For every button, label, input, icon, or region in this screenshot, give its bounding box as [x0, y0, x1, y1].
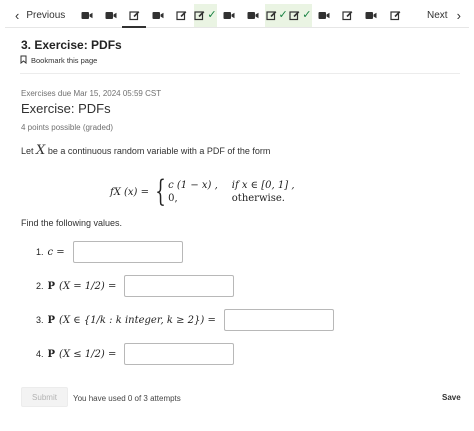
divider: [20, 73, 460, 74]
unit-tab-10[interactable]: ✓: [288, 4, 313, 27]
find-label: Find the following values.: [21, 218, 123, 228]
edit-icon: [390, 10, 401, 21]
video-icon: [247, 11, 259, 20]
case2-expr: 0,: [168, 193, 178, 204]
statement-after: be a continuous random variable with a P…: [47, 146, 271, 156]
question-number: 3.: [36, 315, 44, 325]
video-icon: [152, 11, 164, 20]
unit-tab-3[interactable]: [122, 4, 146, 28]
answer-input-3[interactable]: [223, 309, 334, 331]
question-expr: (X ≤ 1/2) =: [59, 348, 117, 360]
statement-before: Let: [21, 146, 34, 156]
checkmark-icon: ✓: [302, 9, 312, 21]
left-brace: {: [155, 174, 166, 209]
answer-input-1[interactable]: [72, 241, 183, 263]
video-icon: [105, 11, 117, 20]
question-number: 1.: [36, 247, 44, 257]
question-expr: (X = 1/2) =: [59, 280, 117, 292]
next-label: Next: [427, 10, 448, 21]
unit-tab-14[interactable]: [383, 4, 407, 27]
question-number: 4.: [36, 349, 44, 359]
question-number: 2.: [36, 281, 44, 291]
unit-tabs: ✓ ✓ ✓: [75, 4, 407, 28]
problem-title: Exercise: PDFs: [21, 101, 111, 116]
previous-label: Previous: [26, 10, 66, 21]
video-icon: [81, 11, 93, 20]
question-2: 2. P (X = 1/2) =: [36, 275, 235, 297]
case1-condition: if x ∈ [0, 1] ,: [231, 180, 295, 191]
chevron-right-icon: ›: [456, 8, 461, 23]
answer-input-4[interactable]: [124, 343, 235, 365]
previous-button[interactable]: ‹ Previous: [5, 4, 75, 27]
unit-tab-11[interactable]: [312, 4, 336, 27]
submit-button[interactable]: Submit: [21, 387, 68, 407]
formula-cases: c (1 − x) , if x ∈ [0, 1] , 0, otherwise…: [168, 180, 294, 204]
question-3: 3. P (X ∈ {1/k : k integer, k ≥ 2}) =: [36, 309, 334, 331]
attempts-text: You have used 0 of 3 attempts: [73, 394, 181, 403]
due-date: Exercises due Mar 15, 2024 05:59 CST: [21, 89, 162, 98]
edit-icon: [289, 10, 300, 21]
question-expr: (X ∈ {1/k : k integer, k ≥ 2}) =: [59, 314, 216, 326]
bookmark-label: Bookmark this page: [31, 56, 98, 65]
unit-tab-8[interactable]: [241, 4, 265, 27]
case2-condition: otherwise.: [231, 193, 285, 204]
points-possible: 4 points possible (graded): [21, 123, 114, 132]
answer-input-2[interactable]: [124, 275, 235, 297]
unit-tab-5[interactable]: [170, 4, 194, 27]
unit-tab-12[interactable]: [336, 4, 360, 27]
edit-icon: [342, 10, 353, 21]
bookmark-button[interactable]: Bookmark this page: [20, 55, 97, 66]
unit-tab-1[interactable]: [75, 4, 99, 27]
unit-tab-13[interactable]: [360, 4, 384, 27]
question-1: 1. c =: [36, 241, 183, 263]
bookmark-icon: [20, 55, 27, 66]
probability-symbol: P: [47, 314, 56, 326]
statement-variable: X: [36, 143, 46, 158]
video-icon: [223, 11, 235, 20]
problem-statement: Let X be a continuous random variable wi…: [21, 143, 270, 158]
pdf-formula: fX (x) = { c (1 − x) , if x ∈ [0, 1] , 0…: [110, 176, 295, 208]
question-expr: c =: [47, 246, 65, 258]
unit-tab-4[interactable]: [146, 4, 170, 27]
checkmark-icon: ✓: [207, 9, 217, 21]
edit-icon: [176, 10, 187, 21]
save-button[interactable]: Save: [442, 393, 461, 402]
edit-icon: [129, 10, 140, 21]
probability-symbol: P: [47, 348, 56, 360]
chevron-left-icon: ‹: [15, 8, 20, 23]
edit-icon: [194, 10, 205, 21]
checkmark-icon: ✓: [278, 9, 288, 21]
video-icon: [365, 11, 377, 20]
unit-tab-7[interactable]: [217, 4, 241, 27]
next-button[interactable]: Next ›: [407, 4, 469, 27]
question-4: 4. P (X ≤ 1/2) =: [36, 343, 235, 365]
case1-expr: c (1 − x) ,: [168, 180, 218, 191]
sequence-navigation: ‹ Previous ✓ ✓ ✓ Next ›: [5, 4, 469, 28]
unit-tab-6[interactable]: ✓: [193, 4, 218, 27]
sequence-title: 3. Exercise: PDFs: [21, 38, 122, 52]
unit-tab-9[interactable]: ✓: [264, 4, 289, 27]
formula-lhs: fX (x) =: [110, 186, 149, 198]
edit-icon: [265, 10, 277, 21]
video-icon: [318, 11, 330, 20]
unit-tab-2[interactable]: [99, 4, 123, 27]
probability-symbol: P: [47, 280, 56, 292]
